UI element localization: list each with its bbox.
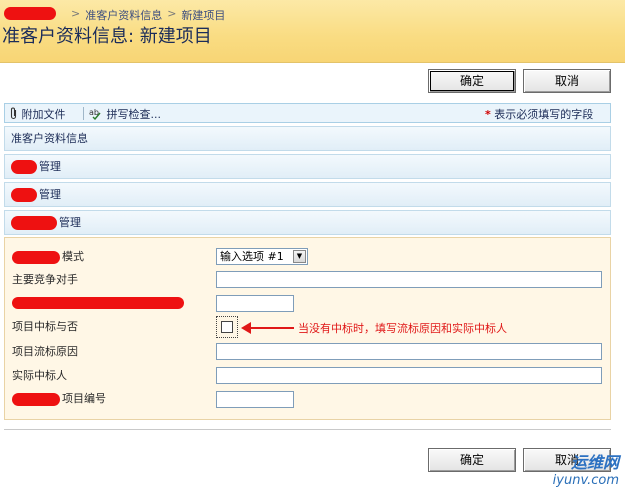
section-management-1[interactable]: 管理	[4, 154, 611, 179]
section-prospect-info[interactable]: 准客户资料信息	[4, 126, 611, 151]
redacted-text	[11, 216, 57, 230]
ok-button-top[interactable]: 确定	[428, 69, 516, 93]
toolbar-divider	[83, 107, 84, 120]
actual-winner-input[interactable]	[216, 367, 602, 384]
required-field-note: * 表示必须填写的字段	[485, 106, 593, 122]
cancel-button-top[interactable]: 取消	[523, 69, 611, 93]
watermark-line2: iyunv.com	[552, 473, 619, 488]
breadcrumb-separator: >	[167, 7, 177, 20]
project-number-label-text: 项目编号	[62, 392, 106, 405]
redacted-text	[12, 392, 60, 406]
spell-check-button[interactable]: ab 拼写检查...	[89, 106, 161, 122]
form-toolbar: 附加文件 ab 拼写检查... * 表示必须填写的字段	[4, 103, 611, 123]
required-star: *	[485, 108, 491, 121]
watermark-line1: 运维网	[570, 453, 619, 472]
redacted-text	[11, 160, 37, 174]
page-title: 准客户资料信息: 新建项目	[2, 26, 212, 47]
section-management-3[interactable]: 管理	[4, 210, 611, 235]
spell-check-label: 拼写检查...	[106, 108, 162, 121]
dropdown-arrow-icon[interactable]: ▼	[293, 250, 306, 263]
arrow-left-icon	[241, 322, 294, 334]
attach-file-button[interactable]: 附加文件	[9, 106, 66, 122]
section-label: 管理	[39, 188, 61, 201]
bid-won-checkbox-focus[interactable]	[216, 316, 238, 338]
project-number-label: 项目编号	[12, 391, 106, 407]
mode-label-text: 模式	[62, 250, 84, 263]
paperclip-icon	[10, 107, 17, 120]
required-note-text: 表示必须填写的字段	[494, 108, 594, 121]
divider	[4, 429, 611, 430]
redacted-field-label	[12, 295, 186, 311]
breadcrumb-separator: >	[71, 7, 81, 20]
competitor-input[interactable]	[216, 271, 602, 288]
redacted-site-link[interactable]	[4, 7, 56, 20]
bid-won-checkbox[interactable]	[221, 321, 233, 333]
redacted-text	[12, 250, 60, 264]
breadcrumb-current: 新建项目	[181, 9, 226, 22]
redacted-text	[11, 188, 37, 202]
fail-reason-label: 项目流标原因	[12, 345, 78, 358]
breadcrumb-list-link[interactable]: 准客户资料信息	[85, 7, 162, 23]
section-label: 管理	[59, 216, 81, 229]
watermark-logo: 运维网 iyunv.com	[553, 449, 619, 488]
ok-button-bottom[interactable]: 确定	[428, 448, 516, 472]
competitor-label: 主要竞争对手	[12, 273, 78, 286]
project-number-input[interactable]	[216, 391, 294, 408]
page-header: > 准客户资料信息 > 新建项目 准客户资料信息: 新建项目	[0, 0, 625, 63]
section-management-2[interactable]: 管理	[4, 182, 611, 207]
mode-select-value: 输入选项 #1	[220, 250, 284, 263]
fail-reason-input[interactable]	[216, 343, 602, 360]
mode-label: 模式	[12, 249, 84, 265]
breadcrumb: > 准客户资料信息 > 新建项目	[0, 7, 226, 23]
redacted-field-input[interactable]	[216, 295, 294, 312]
attach-file-label: 附加文件	[21, 108, 66, 121]
section-label: 管理	[39, 160, 61, 173]
section-label: 准客户资料信息	[11, 132, 88, 145]
redacted-text	[12, 297, 184, 309]
bid-won-label: 项目中标与否	[12, 320, 78, 333]
spell-check-icon: ab	[89, 108, 101, 121]
actual-winner-label: 实际中标人	[12, 369, 67, 382]
annotation-text: 当没有中标时，填写流标原因和实际中标人	[298, 322, 507, 335]
mode-select[interactable]: 输入选项 #1 ▼	[216, 248, 308, 265]
